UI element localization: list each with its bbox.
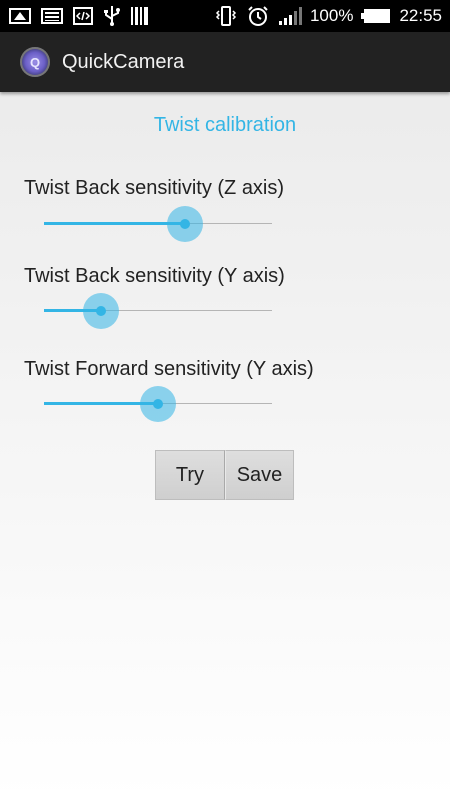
usb-icon (102, 5, 122, 27)
vibrate-icon (214, 5, 238, 27)
slider-thumb[interactable] (153, 399, 163, 409)
battery-icon (361, 7, 391, 25)
setting-label-twist-back-z: Twist Back sensitivity (Z axis) (24, 177, 285, 199)
slider-fill (44, 222, 186, 225)
signal-icon (278, 6, 302, 26)
page-title: Twist calibration (153, 114, 297, 136)
code-notification-icon (72, 6, 94, 26)
status-bar-notifications (8, 5, 150, 27)
setting-label-twist-back-y: Twist Back sensitivity (Y axis) (24, 265, 285, 287)
status-bar-system: 100% 22:55 (214, 5, 442, 27)
action-bar: Q QuickCamera (0, 32, 450, 92)
setting-label-twist-forward-y: Twist Forward sensitivity (Y axis) (24, 358, 314, 380)
twist-forward-y-slider[interactable] (44, 384, 272, 424)
clock: 22:55 (399, 6, 442, 25)
app-title: QuickCamera (62, 50, 185, 73)
save-button[interactable]: Save (225, 450, 294, 500)
status-bar: 100% 22:55 (0, 0, 450, 32)
battery-percent: 100% (309, 6, 354, 25)
app-logo-icon[interactable]: Q (20, 47, 50, 77)
button-row: Try Save (155, 450, 294, 500)
try-button[interactable]: Try (155, 450, 225, 500)
twist-back-y-slider[interactable] (44, 291, 272, 331)
barcode-icon (130, 5, 150, 27)
screenshot-notification-icon (8, 6, 32, 26)
slider-thumb[interactable] (96, 306, 106, 316)
app-logo-letter: Q (29, 54, 41, 70)
alarm-icon (246, 5, 270, 27)
gallery-notification-icon (40, 6, 64, 26)
twist-back-z-slider[interactable] (44, 204, 272, 244)
